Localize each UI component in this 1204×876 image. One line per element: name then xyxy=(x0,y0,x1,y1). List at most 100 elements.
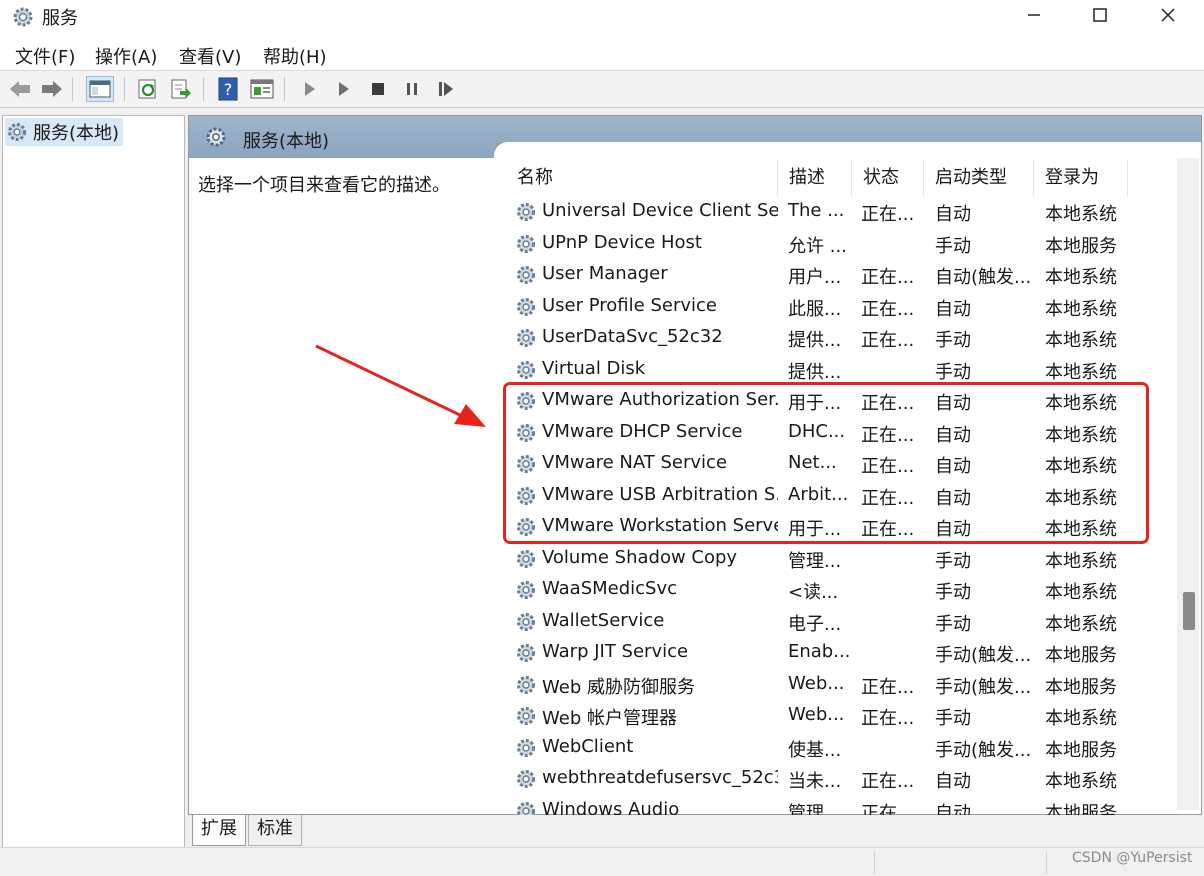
service-name: UPnP Device Host xyxy=(542,231,702,253)
column-header-log-on-as[interactable]: 登录为 xyxy=(1034,160,1128,196)
table-row[interactable]: Windows Audio 管理... 正在... 自动 本地服务 xyxy=(506,795,1186,816)
export-list-button[interactable] xyxy=(167,76,195,102)
table-row[interactable]: Universal Device Client Ser... The ... 正在.… xyxy=(506,196,1186,228)
table-row[interactable]: Virtual Disk 提供... 手动 本地系统 xyxy=(506,354,1186,386)
service-gear-icon xyxy=(517,203,535,221)
service-name: VMware Workstation Server xyxy=(542,515,778,536)
service-gear-icon xyxy=(517,423,535,442)
table-row[interactable]: User Profile Service 此服... 正在... 自动 本地系统 xyxy=(506,291,1186,323)
service-startup-type: 自动 xyxy=(935,393,971,414)
service-startup-type: 自动 xyxy=(935,771,971,792)
table-row[interactable]: VMware USB Arbitration S... Arbit... 正在...… xyxy=(506,480,1186,512)
menu-view[interactable]: 查看(V) xyxy=(179,43,241,69)
refresh-icon xyxy=(138,79,156,99)
column-header-status[interactable]: 状态 xyxy=(852,160,924,196)
service-status: 正在... xyxy=(861,676,915,698)
service-log-on-as: 本地服务 xyxy=(1045,645,1117,666)
refresh-button[interactable] xyxy=(134,76,162,102)
scrollbar-thumb[interactable] xyxy=(1183,592,1195,630)
restart-service-button[interactable] xyxy=(432,76,460,102)
service-log-on-as: 本地系统 xyxy=(1045,267,1117,288)
service-name: WalletService xyxy=(542,609,665,631)
service-description: Arbit... xyxy=(788,483,849,505)
view-tabs: 扩展 标准 xyxy=(188,815,1202,847)
service-name: VMware DHCP Service xyxy=(542,420,743,442)
service-gear-icon xyxy=(517,329,535,347)
service-description: The ... xyxy=(788,200,845,221)
service-status: 正在... xyxy=(861,424,915,446)
tab-extended[interactable]: 扩展 xyxy=(192,815,246,846)
service-startup-type: 自动 xyxy=(935,298,971,320)
service-startup-type: 手动 xyxy=(935,613,971,635)
menu-action[interactable]: 操作(A) xyxy=(95,43,157,69)
service-status: 正在... xyxy=(861,456,915,477)
minimize-button[interactable] xyxy=(1006,0,1062,30)
service-name: Universal Device Client Ser... xyxy=(542,200,778,221)
show-console-tree-button[interactable] xyxy=(86,76,114,102)
start-service-alt-button[interactable] xyxy=(330,76,358,102)
service-log-on-as: 本地系统 xyxy=(1045,393,1117,414)
service-status: 正在... xyxy=(861,519,915,540)
services-list[interactable]: ^ 名称 描述 状态 启动类型 登录为 Universal Device Cli… xyxy=(506,160,1186,815)
service-description: <读... xyxy=(788,582,839,603)
service-gear-icon xyxy=(517,612,535,631)
pause-service-button[interactable] xyxy=(398,76,426,102)
back-arrow-icon xyxy=(10,81,30,97)
service-name: Windows Audio xyxy=(542,798,680,816)
menu-file[interactable]: 文件(F) xyxy=(15,43,75,69)
service-name: VMware NAT Service xyxy=(542,452,728,473)
table-row[interactable]: VMware NAT Service Net... 正在... 自动 本地系统 xyxy=(506,448,1186,480)
forward-arrow-icon xyxy=(42,81,62,97)
tab-standard[interactable]: 标准 xyxy=(248,815,302,846)
table-row[interactable]: UserDataSvc_52c32 提供... 正在... 手动 本地系统 xyxy=(506,322,1186,354)
table-row[interactable]: UPnP Device Host 允许 ... 手动 本地服务 xyxy=(506,228,1186,260)
column-header-description[interactable]: 描述 xyxy=(778,160,852,196)
service-name: User Profile Service xyxy=(542,294,717,316)
service-description: Web... xyxy=(788,704,845,725)
maximize-icon xyxy=(1093,8,1107,22)
table-row[interactable]: User Manager 用户... 正在... 自动(触发... 本地系统 xyxy=(506,259,1186,291)
table-row[interactable]: VMware Authorization Ser... 用于... 正在... 自动 本… xyxy=(506,385,1186,417)
table-row[interactable]: VMware Workstation Server 用于... 正在... 自动 本地系… xyxy=(506,511,1186,543)
stop-service-icon xyxy=(372,83,384,95)
table-row[interactable]: WalletService 电子... 手动 本地系统 xyxy=(506,606,1186,638)
properties-view-button[interactable] xyxy=(248,76,276,102)
vertical-scrollbar[interactable] xyxy=(1177,158,1199,810)
table-row[interactable]: Warp JIT Service Enab... 手动(触发... 本地服务 xyxy=(506,637,1186,669)
service-gear-icon xyxy=(517,486,535,505)
stop-service-button[interactable] xyxy=(364,76,392,102)
help-button[interactable]: ? xyxy=(214,76,242,102)
column-header-name[interactable]: 名称 xyxy=(506,160,778,196)
table-row[interactable]: Volume Shadow Copy 管理... 手动 本地系统 xyxy=(506,543,1186,575)
forward-button[interactable] xyxy=(38,76,66,102)
table-row[interactable]: Web 威胁防御服务 Web... 正在... 手动(触发... 本地服务 xyxy=(506,669,1186,701)
service-startup-type: 自动 xyxy=(935,802,971,816)
services-gear-icon xyxy=(206,127,226,147)
service-startup-type: 手动 xyxy=(935,235,971,257)
service-name: VMware Authorization Ser... xyxy=(542,389,778,410)
table-row[interactable]: webthreatdefusersvc_52c32 当未... 正在... 自动 本地系… xyxy=(506,763,1186,795)
table-row[interactable]: VMware DHCP Service DHC... 正在... 自动 本地系统 xyxy=(506,417,1186,449)
service-log-on-as: 本地系统 xyxy=(1045,708,1117,729)
service-gear-icon xyxy=(517,675,535,694)
service-name: webthreatdefusersvc_52c32 xyxy=(542,767,778,788)
svg-text:?: ? xyxy=(224,80,233,99)
service-log-on-as: 本地服务 xyxy=(1045,802,1117,816)
table-row[interactable]: WaaSMedicSvc <读... 手动 本地系统 xyxy=(506,574,1186,606)
start-service-button[interactable] xyxy=(296,76,324,102)
start-service-icon xyxy=(305,82,315,96)
service-status: 正在... xyxy=(861,330,915,351)
maximize-button[interactable] xyxy=(1072,0,1128,30)
close-button[interactable] xyxy=(1140,0,1196,30)
menu-help[interactable]: 帮助(H) xyxy=(263,43,327,69)
table-row[interactable]: Web 帐户管理器 Web... 正在... 手动 本地系统 xyxy=(506,700,1186,732)
service-startup-type: 手动 xyxy=(935,330,971,351)
service-name: UserDataSvc_52c32 xyxy=(542,326,723,347)
service-description: Net... xyxy=(788,452,837,473)
tree-node-services-local[interactable]: 服务(本地) xyxy=(5,118,124,146)
service-startup-type: 自动(触发... xyxy=(935,267,1032,288)
column-header-startup-type[interactable]: 启动类型 xyxy=(924,160,1034,196)
back-button[interactable] xyxy=(6,76,34,102)
service-log-on-as: 本地服务 xyxy=(1045,739,1117,761)
table-row[interactable]: WebClient 使基... 手动(触发... 本地服务 xyxy=(506,732,1186,764)
